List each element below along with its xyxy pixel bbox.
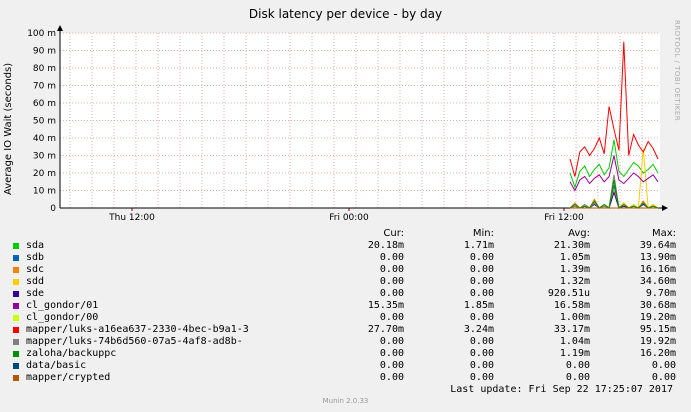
munin-version: Munin 2.0.33 [322,397,369,405]
legend-label: sdb [26,252,45,263]
legend-header-cur: Cur: [383,228,404,239]
legend: Cur: Min: Avg: Max: sda 20.18m 1.71m 21.30m 39.6… [0,0,691,412]
legend-value-min: 3.24m [463,324,494,335]
legend-label: sdd [26,276,45,287]
legend-row: cl_gondor/00 0.00 0.00 1.00m 19.20m [0,312,691,324]
legend-swatch [13,303,19,309]
legend-value-cur: 0.00 [379,348,404,359]
legend-value-max: 19.92m [639,336,676,347]
legend-swatch [13,291,19,297]
legend-value-max: 95.15m [639,324,676,335]
legend-value-avg: 21.30m [553,240,590,251]
legend-row: sdd 0.00 0.00 1.32m 34.60m [0,276,691,288]
legend-label: zaloha/backuppc [26,348,117,359]
legend-row: sde 0.00 0.00 920.51u 9.70m [0,288,691,300]
legend-value-min: 1.71m [463,240,494,251]
legend-header-min: Min: [472,228,494,239]
legend-value-max: 0.00 [651,372,676,383]
legend-value-avg: 1.32m [559,276,590,287]
legend-value-max: 13.90m [639,252,676,263]
legend-value-max: 39.64m [639,240,676,251]
legend-value-max: 34.60m [639,276,676,287]
legend-value-cur: 15.35m [367,300,404,311]
last-update-text: Last update: Fri Sep 22 17:25:07 2017 [450,384,673,395]
legend-header-avg: Avg: [568,228,590,239]
legend-value-cur: 0.00 [379,264,404,275]
legend-value-cur: 0.00 [379,312,404,323]
legend-value-max: 16.20m [639,348,676,359]
legend-row: mapper/crypted 0.00 0.00 0.00 0.00 [0,372,691,384]
legend-swatch [13,267,19,273]
legend-value-cur: 0.00 [379,360,404,371]
legend-value-min: 0.00 [469,348,494,359]
legend-row: sdb 0.00 0.00 1.05m 13.90m [0,252,691,264]
legend-label: data/basic [26,360,87,371]
legend-value-min: 0.00 [469,288,494,299]
legend-swatch [13,243,19,249]
legend-value-min: 0.00 [469,312,494,323]
legend-value-avg: 920.51u [547,288,590,299]
legend-label: mapper/crypted [26,372,111,383]
legend-label: mapper/luks-74b6d560-07a5-4af8-ad8b- [26,336,243,347]
legend-value-avg: 0.00 [565,372,590,383]
legend-row: sda 20.18m 1.71m 21.30m 39.64m [0,240,691,252]
legend-value-cur: 0.00 [379,288,404,299]
legend-value-min: 0.00 [469,336,494,347]
legend-value-min: 0.00 [469,252,494,263]
legend-label: sdc [26,264,45,275]
legend-value-cur: 0.00 [379,276,404,287]
legend-row: data/basic 0.00 0.00 0.00 0.00 [0,360,691,372]
legend-label: sde [26,288,45,299]
legend-row: mapper/luks-74b6d560-07a5-4af8-ad8b- 0.00… [0,336,691,348]
legend-value-avg: 16.58m [553,300,590,311]
legend-swatch [13,279,19,285]
legend-row: cl_gondor/01 15.35m 1.85m 16.58m 30.68m [0,300,691,312]
legend-value-cur: 0.00 [379,252,404,263]
legend-value-max: 30.68m [639,300,676,311]
legend-row: sdc 0.00 0.00 1.39m 16.16m [0,264,691,276]
legend-value-min: 0.00 [469,276,494,287]
legend-value-avg: 1.04m [559,336,590,347]
legend-value-cur: 0.00 [379,336,404,347]
legend-label: mapper/luks-a16ea637-2330-4bec-b9a1-3 [26,324,249,335]
legend-value-cur: 27.70m [367,324,404,335]
legend-value-min: 0.00 [469,360,494,371]
legend-value-min: 0.00 [469,264,494,275]
legend-value-avg: 1.19m [559,348,590,359]
legend-value-avg: 0.00 [565,360,590,371]
legend-value-max: 19.20m [639,312,676,323]
legend-row: zaloha/backuppc 0.00 0.00 1.19m 16.20m [0,348,691,360]
legend-value-avg: 1.39m [559,264,590,275]
legend-label: cl_gondor/00 [26,312,99,323]
legend-swatch [13,315,19,321]
legend-value-min: 0.00 [469,372,494,383]
legend-value-max: 0.00 [651,360,676,371]
legend-swatch [13,351,19,357]
legend-row: mapper/luks-a16ea637-2330-4bec-b9a1-3 27.… [0,324,691,336]
legend-value-min: 1.85m [463,300,494,311]
legend-value-avg: 33.17m [553,324,590,335]
legend-swatch [13,339,19,345]
legend-label: sda [26,240,45,251]
legend-value-cur: 20.18m [367,240,404,251]
legend-value-max: 9.70m [645,288,676,299]
legend-swatch [13,375,19,381]
legend-swatch [13,363,19,369]
legend-swatch [13,255,19,261]
legend-value-max: 16.16m [639,264,676,275]
legend-label: cl_gondor/01 [26,300,99,311]
legend-swatch [13,327,19,333]
legend-value-avg: 1.05m [559,252,590,263]
legend-value-cur: 0.00 [379,372,404,383]
legend-value-avg: 1.00m [559,312,590,323]
legend-header-max: Max: [651,228,676,239]
